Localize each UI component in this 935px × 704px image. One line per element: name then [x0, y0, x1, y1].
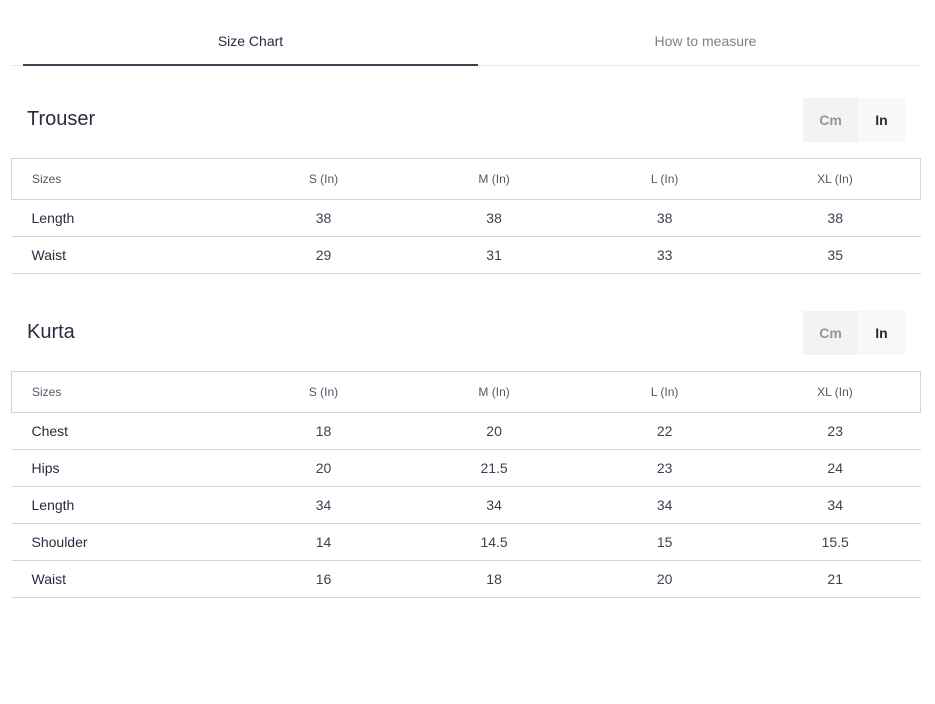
size-value: 38	[579, 199, 750, 237]
table-header-row: Sizes S (In) M (In) L (In) XL (In)	[11, 371, 921, 413]
size-value: 34	[579, 486, 750, 524]
size-value: 22	[579, 412, 750, 450]
column-header: L (In)	[579, 158, 750, 200]
column-header: XL (In)	[749, 158, 921, 200]
size-value: 18	[408, 560, 580, 598]
size-value: 24	[749, 449, 921, 487]
size-value: 20	[579, 560, 750, 598]
trouser-size-table: Sizes S (In) M (In) L (In) XL (In) Lengt…	[11, 158, 921, 274]
unit-in-button[interactable]: In	[858, 311, 905, 355]
unit-cm-button[interactable]: Cm	[803, 98, 858, 142]
size-value: 16	[238, 560, 409, 598]
column-header: S (In)	[238, 371, 409, 413]
table-header-row: Sizes S (In) M (In) L (In) XL (In)	[11, 158, 921, 200]
size-value: 38	[749, 199, 921, 237]
unit-toggle-trouser: Cm In	[803, 98, 905, 142]
size-value: 20	[408, 412, 580, 450]
tab-size-chart[interactable]: Size Chart	[23, 0, 478, 66]
size-value: 38	[238, 199, 409, 237]
column-header: L (In)	[579, 371, 750, 413]
size-value: 15.5	[749, 523, 921, 561]
measurement-label: Shoulder	[11, 523, 239, 561]
size-value: 33	[579, 236, 750, 274]
column-header: Sizes	[11, 371, 239, 413]
measurement-label: Chest	[11, 412, 239, 450]
unit-cm-button[interactable]: Cm	[803, 311, 858, 355]
kurta-size-table: Sizes S (In) M (In) L (In) XL (In) Chest…	[11, 371, 921, 598]
unit-toggle-kurta: Cm In	[803, 311, 905, 355]
size-value: 21.5	[408, 449, 580, 487]
size-value: 34	[238, 486, 409, 524]
size-value: 21	[749, 560, 921, 598]
measurement-label: Length	[11, 486, 239, 524]
column-header: S (In)	[238, 158, 409, 200]
measurement-label: Hips	[11, 449, 239, 487]
measurement-label: Waist	[11, 560, 239, 598]
size-value: 38	[408, 199, 580, 237]
section-title-trouser: Trouser	[27, 108, 96, 130]
size-value: 18	[238, 412, 409, 450]
tab-how-to-measure[interactable]: How to measure	[478, 0, 933, 66]
table-row: Waist 29 31 33 35	[11, 236, 921, 274]
column-header: M (In)	[408, 371, 580, 413]
size-value: 20	[238, 449, 409, 487]
table-row: Shoulder 14 14.5 15 15.5	[11, 523, 921, 561]
size-value: 23	[579, 449, 750, 487]
size-value: 34	[408, 486, 580, 524]
column-header: XL (In)	[749, 371, 921, 413]
size-value: 23	[749, 412, 921, 450]
table-row: Length 34 34 34 34	[11, 486, 921, 524]
section-title-kurta: Kurta	[27, 321, 75, 343]
size-value: 14.5	[408, 523, 580, 561]
size-value: 29	[238, 236, 409, 274]
size-value: 34	[749, 486, 921, 524]
table-row: Waist 16 18 20 21	[11, 560, 921, 598]
measurement-label: Waist	[11, 236, 239, 274]
size-value: 14	[238, 523, 409, 561]
size-value: 35	[749, 236, 921, 274]
tab-bar: Size Chart How to measure	[11, 0, 921, 66]
unit-in-button[interactable]: In	[858, 98, 905, 142]
size-value: 31	[408, 236, 580, 274]
column-header: M (In)	[408, 158, 580, 200]
measurement-label: Length	[11, 199, 239, 237]
size-value: 15	[579, 523, 750, 561]
table-row: Length 38 38 38 38	[11, 199, 921, 237]
table-row: Hips 20 21.5 23 24	[11, 449, 921, 487]
table-row: Chest 18 20 22 23	[11, 412, 921, 450]
column-header: Sizes	[11, 158, 239, 200]
